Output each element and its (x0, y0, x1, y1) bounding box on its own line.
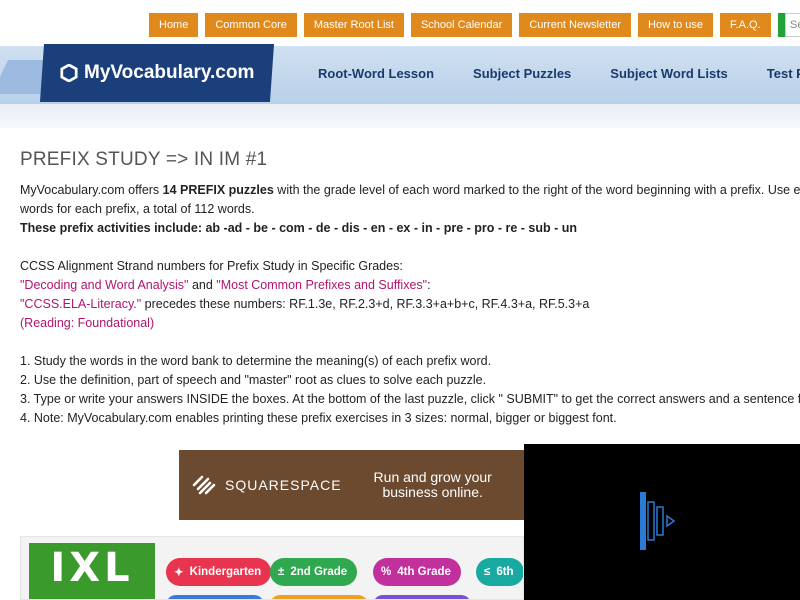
ixl-logo-text: IXL (50, 545, 134, 591)
squarespace-ad[interactable]: SQUARESPACE Run and grow your business o… (179, 450, 529, 520)
grade-2nd-label: 2nd Grade (290, 566, 348, 578)
nav-subject-puzzles[interactable]: Subject Puzzles (473, 66, 571, 81)
search-input[interactable]: Se (785, 13, 800, 37)
sparkle-icon: ✦ (174, 567, 184, 579)
squarespace-tagline-1: Run and grow your (373, 469, 492, 485)
header-shadow (0, 104, 800, 128)
grade-6th-label: 6th (496, 566, 514, 578)
grade-pill-row2-2[interactable] (270, 595, 368, 599)
colon-text: : (427, 278, 431, 292)
top-utility-bar: Home Common Core Master Root List School… (0, 0, 800, 46)
nav-how-to-use-button[interactable]: How to use (638, 13, 714, 37)
intro-text-pre: MyVocabulary.com offers (20, 183, 163, 197)
grade-pill-row2-1[interactable] (166, 595, 264, 599)
ccss-literacy-link[interactable]: "CCSS.ELA-Literacy." (20, 297, 141, 311)
nav-faq-button[interactable]: F.A.Q. (720, 13, 771, 37)
activities-list: These prefix activities include: ab -ad … (20, 221, 578, 235)
common-prefixes-link[interactable]: "Most Common Prefixes and Suffixes" (216, 278, 427, 292)
intro-text-bold: 14 PREFIX puzzles (162, 183, 274, 197)
nav-master-root-list-button[interactable]: Master Root List (303, 13, 404, 37)
grade-kindergarten-label: Kindergarten (189, 566, 262, 578)
standards-text: precedes these numbers: RF.1.3e, RF.2.3+… (141, 297, 590, 311)
step-3: 3. Type or write your answers INSIDE the… (20, 392, 800, 406)
grade-2nd-button[interactable]: ±2nd Grade (270, 558, 358, 586)
step-1: 1. Study the words in the word bank to d… (20, 354, 492, 368)
main-nav: Root-Word Lesson Subject Puzzles Subject… (318, 66, 800, 81)
intro-line-2: words for each prefix, a total of 112 wo… (20, 202, 255, 216)
squarespace-tagline: Run and grow your business online. (374, 470, 492, 500)
nav-root-word-lesson[interactable]: Root-Word Lesson (318, 66, 434, 81)
grade-4th-label: 4th Grade (397, 566, 451, 578)
grade-kindergarten-button[interactable]: ✦ Kindergarten (166, 558, 272, 586)
ccss-standards-line: "CCSS.ELA-Literacy." precedes these numb… (20, 295, 800, 314)
squarespace-tagline-2: business online. (382, 484, 483, 500)
reading-foundational-link[interactable]: (Reading: Foundational) (20, 316, 154, 330)
grade-6th-button[interactable]: ≤6th (476, 558, 523, 586)
nav-test-prep[interactable]: Test Pre (767, 66, 800, 81)
site-logo[interactable]: MyVocabulary.com (39, 44, 275, 102)
squarespace-logo-icon (192, 475, 216, 495)
page-title: PREFIX STUDY => IN IM #1 (20, 149, 268, 170)
less-equal-icon: ≤ (484, 566, 491, 578)
grade-4th-button[interactable]: % 4th Grade (373, 558, 461, 586)
ixl-ad[interactable]: IXL ✦ Kindergarten ±2nd Grade % 4th Grade … (20, 536, 524, 600)
squarespace-brand: SQUARESPACE (225, 477, 342, 493)
grade-pill-row2-3[interactable] (373, 595, 471, 599)
percent-icon: % (381, 566, 392, 578)
video-brand-icon (640, 492, 676, 550)
nav-current-newsletter-button[interactable]: Current Newsletter (519, 13, 632, 37)
intro-text-post: with the grade level of each word marked… (273, 183, 800, 197)
hexagon-icon (60, 64, 78, 82)
intro-paragraph: MyVocabulary.com offers 14 PREFIX puzzle… (20, 181, 800, 200)
decoding-link[interactable]: "Decoding and Word Analysis" (20, 278, 188, 292)
nav-home-button[interactable]: Home (149, 13, 199, 37)
nav-common-core-button[interactable]: Common Core (205, 13, 297, 37)
ixl-logo: IXL (29, 543, 155, 599)
main-content: PREFIX STUDY => IN IM #1 MyVocabulary.co… (20, 150, 800, 428)
logo-text: MyVocabulary.com (83, 62, 255, 83)
ccss-heading: CCSS Alignment Strand numbers for Prefix… (20, 259, 403, 273)
video-ad-player[interactable] (524, 444, 800, 600)
step-2: 2. Use the definition, part of speech an… (20, 373, 487, 387)
ccss-links-line: "Decoding and Word Analysis" and "Most C… (20, 276, 800, 295)
top-nav: Home Common Core Master Root List School… (149, 13, 800, 37)
nav-subject-word-lists[interactable]: Subject Word Lists (610, 66, 728, 81)
plus-minus-icon: ± (278, 566, 285, 578)
step-4: 4. Note: MyVocabulary.com enables printi… (20, 411, 617, 425)
nav-school-calendar-button[interactable]: School Calendar (410, 13, 513, 37)
and-text: and (188, 278, 217, 292)
